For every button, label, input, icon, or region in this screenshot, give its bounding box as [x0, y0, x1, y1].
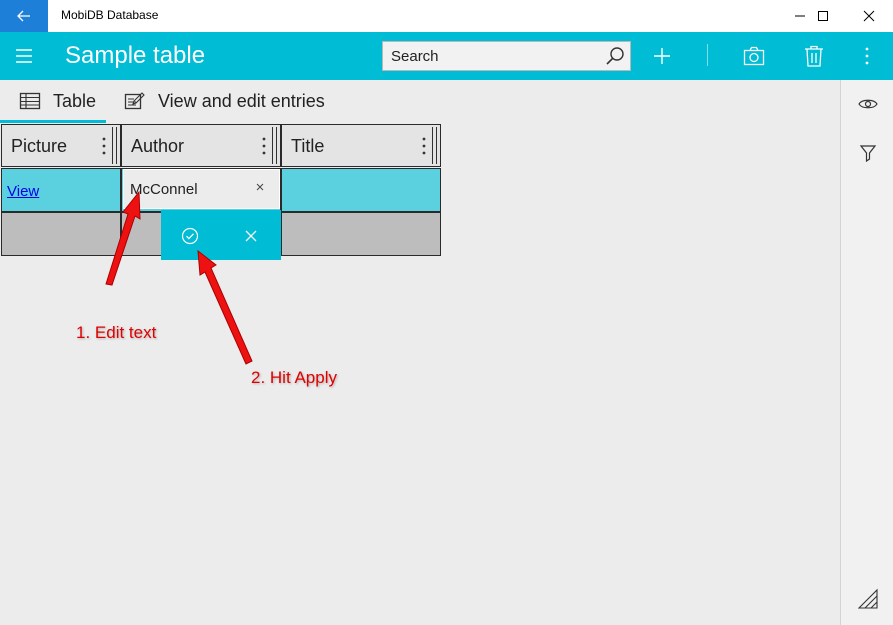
search-input[interactable] [383, 42, 593, 70]
resize-grip-icon[interactable] [857, 588, 879, 610]
column-header-title[interactable]: Title [281, 124, 441, 167]
table-cell-new-row[interactable] [281, 212, 441, 256]
maximize-icon [818, 11, 828, 21]
close-button[interactable] [846, 0, 892, 32]
edit-action-bar [161, 210, 281, 260]
tab-table[interactable]: Table [19, 80, 96, 122]
tab-view-edit-label: View and edit entries [158, 90, 325, 111]
column-resize-handle[interactable] [112, 127, 117, 164]
maximize-button[interactable] [800, 0, 846, 32]
column-header-label: Title [291, 136, 325, 156]
filter-icon[interactable] [857, 142, 879, 164]
table-cell-picture[interactable]: View [1, 168, 121, 212]
column-menu-icon[interactable] [102, 137, 106, 155]
column-header-label: Author [131, 136, 185, 156]
annotation-step-2: 2. Hit Apply [251, 368, 337, 387]
camera-icon[interactable] [742, 44, 766, 68]
tab-selected-indicator [0, 120, 106, 123]
view-picture-link[interactable]: View [7, 183, 39, 200]
back-arrow-icon [17, 10, 30, 22]
column-header-author[interactable]: Author [121, 124, 281, 167]
hamburger-menu-icon[interactable] [14, 47, 36, 65]
back-button[interactable] [0, 0, 48, 32]
column-resize-handle[interactable] [432, 127, 437, 164]
window-title: MobiDB Database [61, 8, 159, 22]
more-icon[interactable] [855, 44, 879, 68]
table-cell-new-row[interactable] [1, 212, 121, 256]
column-resize-handle[interactable] [272, 127, 277, 164]
edit-entries-icon [124, 92, 145, 110]
author-edit-input[interactable] [124, 170, 244, 208]
close-icon [863, 10, 875, 22]
column-header-picture[interactable]: Picture [1, 124, 121, 167]
side-panel [840, 80, 893, 625]
cancel-x-icon[interactable] [243, 228, 259, 244]
table-icon [19, 92, 41, 110]
clear-icon[interactable] [255, 182, 265, 192]
column-menu-icon[interactable] [262, 137, 266, 155]
search-box[interactable] [382, 41, 631, 71]
apply-check-icon[interactable] [180, 226, 200, 246]
table-cell-title[interactable] [281, 168, 441, 212]
eye-icon[interactable] [857, 93, 879, 115]
author-edit-field[interactable] [123, 169, 280, 209]
appbar-divider [707, 44, 708, 66]
column-menu-icon[interactable] [422, 137, 426, 155]
page-title: Sample table [65, 42, 206, 69]
search-icon[interactable] [604, 45, 626, 67]
app-bar: Sample table [0, 32, 893, 80]
annotation-step-1: 1. Edit text [76, 323, 157, 342]
delete-icon[interactable] [802, 44, 826, 68]
add-icon[interactable] [650, 44, 674, 68]
title-bar: MobiDB Database [0, 0, 893, 32]
column-header-label: Picture [11, 136, 68, 156]
tab-table-label: Table [53, 90, 97, 111]
tab-view-edit[interactable]: View and edit entries [124, 80, 325, 122]
